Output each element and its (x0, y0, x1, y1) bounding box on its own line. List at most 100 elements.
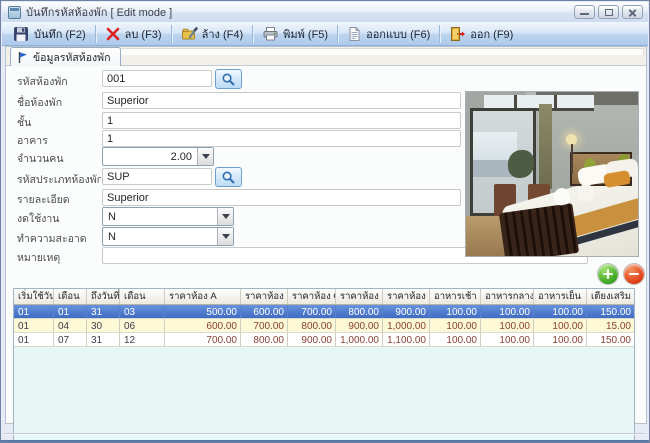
window-controls (574, 5, 643, 19)
delete-button[interactable]: ลบ (F3) (98, 24, 169, 44)
inactive-combo[interactable]: N (102, 207, 234, 226)
minimize-button[interactable] (574, 5, 595, 19)
grid-cell[interactable]: 100.00 (430, 305, 481, 318)
grid-cell[interactable]: 100.00 (481, 305, 534, 318)
grid-cell[interactable]: 01 (14, 305, 54, 318)
toolbar-separator (171, 25, 172, 43)
toolbar-separator (337, 25, 338, 43)
save-button[interactable]: บันทึก (F2) (6, 24, 93, 44)
grid-column-header[interactable]: ราคาห้อง D (336, 289, 383, 304)
grid-column-header[interactable]: อาหารเย็น (534, 289, 587, 304)
grid-cell[interactable]: 30 (87, 319, 120, 332)
grid-cell[interactable]: 100.00 (430, 319, 481, 332)
field-label-remarks: หมายเหตุ (17, 249, 101, 266)
grid-cell[interactable]: 1,000.00 (336, 333, 383, 346)
grid-cell[interactable]: 100.00 (481, 333, 534, 346)
search-icon (221, 72, 236, 87)
grid-column-header[interactable]: เดือน (54, 289, 87, 304)
grid-cell[interactable]: 150.00 (587, 305, 634, 318)
room-code-input[interactable] (102, 70, 212, 87)
print-button[interactable]: พิมพ์ (F5) (255, 24, 335, 44)
grid-cell[interactable]: 500.00 (165, 305, 241, 318)
grid-cell[interactable]: 06 (120, 319, 165, 332)
grid-cell[interactable]: 03 (120, 305, 165, 318)
tab-room-code-info[interactable]: ข้อมูลรหัสห้องพัก (10, 47, 121, 66)
grid-column-header[interactable]: ราคาห้อง A (165, 289, 241, 304)
clear-button[interactable]: ล้าง (F4) (174, 24, 251, 44)
grid-column-header[interactable]: ราคาห้อง B (241, 289, 288, 304)
cleaning-combo[interactable]: N (102, 227, 234, 246)
grid-cell[interactable]: 01 (14, 319, 54, 332)
floor-input[interactable] (102, 112, 461, 129)
grid-cell[interactable]: 600.00 (241, 305, 288, 318)
grid-cell[interactable]: 07 (54, 333, 87, 346)
grid-cell[interactable]: 100.00 (534, 333, 587, 346)
grid-column-header[interactable]: เริ่มใช้วันที่ (14, 289, 54, 304)
room-type-code-input[interactable] (102, 168, 212, 185)
field-label-room-code: รหัสห้องพัก (17, 73, 101, 90)
grid-column-header[interactable]: เดือน (120, 289, 165, 304)
grid-column-header[interactable]: ถึงวันที่ (87, 289, 120, 304)
grid-cell[interactable]: 100.00 (481, 319, 534, 332)
grid-cell[interactable]: 800.00 (241, 333, 288, 346)
grid-cell[interactable]: 800.00 (336, 305, 383, 318)
grid-body: 01013103500.00600.00700.00800.00900.0010… (14, 305, 634, 347)
room-photo (465, 91, 639, 257)
toolbar-separator (95, 25, 96, 43)
grid-cell[interactable]: 04 (54, 319, 87, 332)
grid-cell[interactable]: 100.00 (534, 319, 587, 332)
chevron-down-icon[interactable] (217, 228, 233, 245)
grid-column-header[interactable]: ราคาห้อง E (383, 289, 430, 304)
building-input[interactable] (102, 130, 461, 147)
grid-cell[interactable]: 1,100.00 (383, 333, 430, 346)
maximize-button[interactable] (598, 5, 619, 19)
grid-row[interactable]: 01043006600.00700.00800.00900.001,000.00… (14, 319, 634, 333)
grid-cell[interactable]: 01 (54, 305, 87, 318)
window-title: บันทึกรหัสห้องพัก [ Edit mode ] (26, 3, 172, 21)
room-code-search-button[interactable] (215, 69, 242, 89)
grid-column-header[interactable]: ราคาห้อง C (288, 289, 336, 304)
grid-cell[interactable]: 900.00 (336, 319, 383, 332)
exit-icon (449, 26, 466, 42)
grid-cell[interactable]: 700.00 (241, 319, 288, 332)
tab-page: รหัสห้องพัก ชื่อห้องพัก ชั้น อาคาร จำนวน… (6, 66, 646, 423)
grid-cell[interactable]: 150.00 (587, 333, 634, 346)
print-icon (262, 26, 279, 42)
guest-count-combo[interactable]: 2.00 (102, 147, 214, 166)
delete-icon (105, 26, 121, 42)
grid-cell[interactable]: 600.00 (165, 319, 241, 332)
maximize-icon (605, 9, 613, 16)
exit-button[interactable]: ออก (F9) (442, 24, 520, 44)
grid-cell[interactable]: 900.00 (383, 305, 430, 318)
toolbar: บันทึก (F2) ลบ (F3) ล้าง (F4) พิมพ์ (F5)… (2, 22, 648, 46)
room-type-search-button[interactable] (215, 167, 242, 187)
grid-cell[interactable]: 01 (14, 333, 54, 346)
grid-column-header[interactable]: อาหารเช้า (430, 289, 481, 304)
room-name-input[interactable] (102, 92, 461, 109)
add-row-button[interactable] (598, 264, 618, 284)
grid-cell[interactable]: 700.00 (288, 305, 336, 318)
grid-cell[interactable]: 100.00 (430, 333, 481, 346)
window-frame-bottom (1, 440, 649, 442)
grid-cell[interactable]: 1,000.00 (383, 319, 430, 332)
grid-cell[interactable]: 900.00 (288, 333, 336, 346)
remove-row-button[interactable] (624, 264, 644, 284)
grid-row[interactable]: 01073112700.00800.00900.001,000.001,100.… (14, 333, 634, 347)
grid-cell[interactable]: 31 (87, 333, 120, 346)
grid-cell[interactable]: 100.00 (534, 305, 587, 318)
design-button[interactable]: ออกแบบ (F6) (340, 24, 437, 44)
grid-cell[interactable]: 15.00 (587, 319, 634, 332)
close-button[interactable] (622, 5, 643, 19)
chevron-down-icon[interactable] (197, 148, 213, 165)
grid-cell[interactable]: 700.00 (165, 333, 241, 346)
titlebar[interactable]: บันทึกรหัสห้องพัก [ Edit mode ] (2, 2, 648, 22)
grid-row[interactable]: 01013103500.00600.00700.00800.00900.0010… (14, 305, 634, 319)
chevron-down-icon[interactable] (217, 208, 233, 225)
grid-column-header[interactable]: อาหารกลางวัน (481, 289, 534, 304)
description-input[interactable] (102, 189, 461, 206)
grid-cell[interactable]: 31 (87, 305, 120, 318)
grid-cell[interactable]: 12 (120, 333, 165, 346)
field-label-inactive: งดใช้งาน (17, 210, 101, 227)
grid-column-header[interactable]: เตียงเสริม (587, 289, 634, 304)
grid-cell[interactable]: 800.00 (288, 319, 336, 332)
